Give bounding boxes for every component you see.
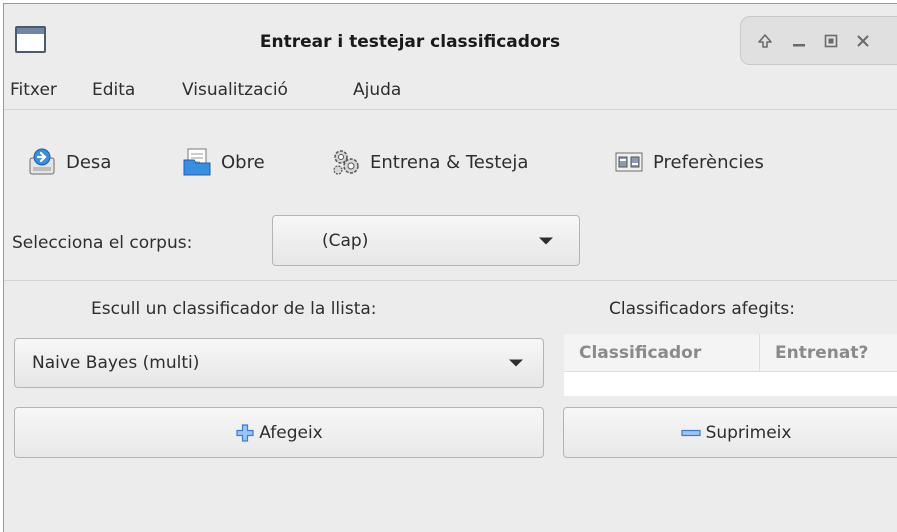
chevron-down-icon: [539, 237, 553, 244]
open-button[interactable]: Obre: [181, 142, 265, 182]
plus-icon: [235, 423, 255, 443]
added-classifiers-table[interactable]: Classificador Entrenat?: [564, 334, 897, 396]
corpus-selected-value: (Cap): [322, 230, 369, 251]
added-classifiers-title: Classificadors afegits:: [609, 299, 795, 319]
close-icon[interactable]: [853, 31, 873, 51]
divider: [4, 280, 897, 281]
window-controls: [740, 16, 897, 65]
chevron-down-icon: [509, 359, 523, 367]
train-test-button[interactable]: Entrena & Testeja: [330, 142, 528, 182]
menu-view[interactable]: Visualització: [182, 80, 288, 100]
corpus-dropdown[interactable]: (Cap): [272, 215, 580, 266]
table-header: Classificador Entrenat?: [564, 334, 897, 372]
toolbar: Desa Obre Entrena & Testeja Preferències: [4, 111, 897, 209]
remove-classifier-button[interactable]: Suprimeix: [563, 407, 897, 458]
menu-edit[interactable]: Edita: [92, 80, 135, 100]
minimize-icon[interactable]: [789, 31, 809, 51]
add-label: Afegeix: [259, 422, 323, 443]
preferences-label: Preferències: [653, 151, 764, 173]
window-title: Entrear i testejar classificadors: [259, 32, 561, 52]
open-folder-icon: [181, 146, 213, 178]
menu-help[interactable]: Ajuda: [353, 80, 401, 100]
classifier-list-title: Escull un classificador de la llista:: [91, 299, 377, 319]
add-classifier-button[interactable]: Afegeix: [14, 407, 544, 458]
maximize-icon[interactable]: [821, 31, 841, 51]
classifier-selected-value: Naive Bayes (multi): [32, 353, 200, 373]
remove-label: Suprimeix: [705, 422, 792, 443]
classifier-dropdown[interactable]: Naive Bayes (multi): [14, 338, 544, 388]
preferences-button[interactable]: Preferències: [613, 142, 764, 182]
save-icon: [26, 146, 58, 178]
open-label: Obre: [221, 151, 265, 173]
preferences-icon: [613, 146, 645, 178]
column-header-trained[interactable]: Entrenat?: [759, 334, 897, 372]
main-window: Entrear i testejar classificadors Fitxer…: [3, 3, 897, 532]
title-bar[interactable]: Entrear i testejar classificadors: [4, 4, 897, 68]
shade-icon[interactable]: [755, 31, 775, 51]
save-label: Desa: [66, 151, 112, 173]
gears-icon: [330, 146, 362, 178]
minus-icon: [680, 423, 702, 443]
corpus-label: Selecciona el corpus:: [12, 233, 193, 253]
menu-bar: Fitxer Edita Visualització Ajuda: [4, 70, 897, 110]
save-button[interactable]: Desa: [26, 142, 111, 182]
column-header-classifier[interactable]: Classificador: [564, 334, 759, 372]
menu-file[interactable]: Fitxer: [10, 80, 57, 100]
train-test-label: Entrena & Testeja: [370, 151, 529, 173]
